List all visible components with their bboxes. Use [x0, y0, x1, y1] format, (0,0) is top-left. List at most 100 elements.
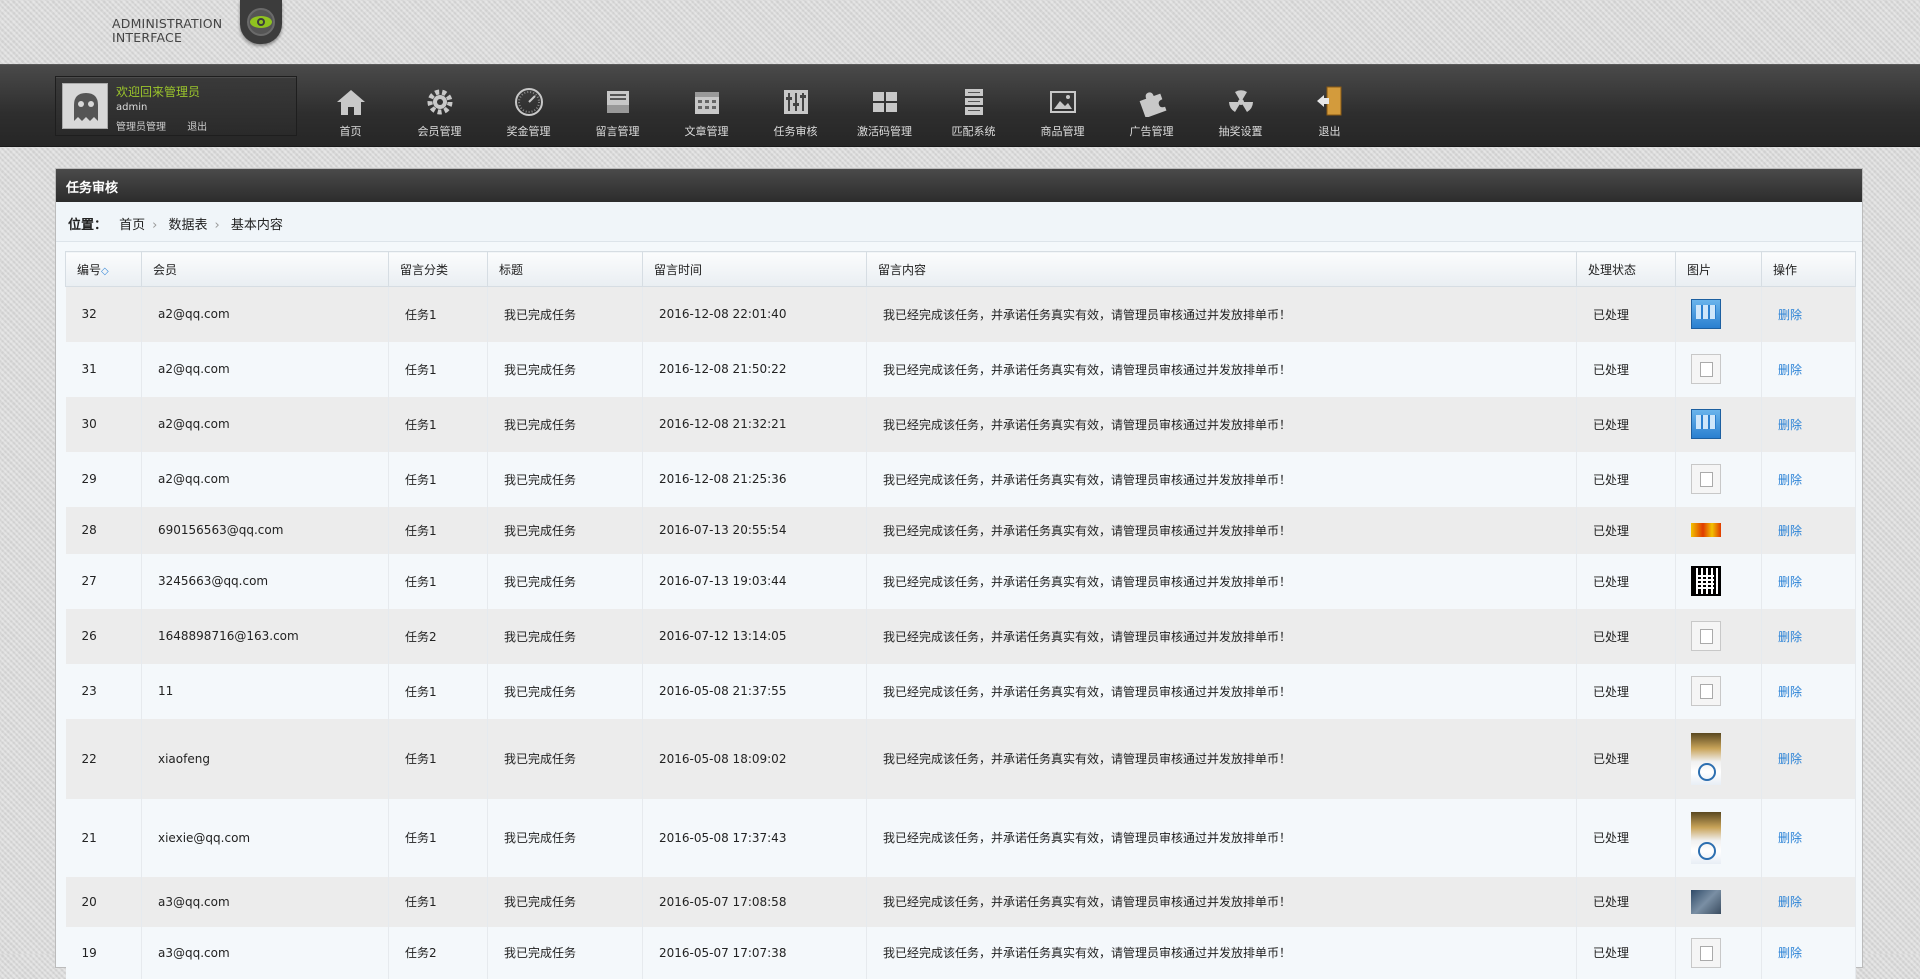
cell-status: 已处理 — [1576, 396, 1676, 452]
cell-member: a3@qq.com — [141, 876, 389, 927]
cell-action: 删除 — [1761, 926, 1856, 979]
col-header-image: 图片 — [1675, 251, 1762, 287]
delete-link[interactable]: 删除 — [1778, 473, 1802, 487]
thumbnail-image[interactable] — [1691, 732, 1721, 785]
breadcrumb-basic-content[interactable]: 基本内容 — [231, 218, 283, 233]
cell-title: 我已完成任务 — [487, 341, 643, 397]
table-row: 27 3245663@qq.com 任务1 我已完成任务 2016-07-13 19:0… — [65, 553, 1856, 609]
delete-link[interactable]: 删除 — [1778, 946, 1802, 960]
table-row: 28 690156563@qq.com 任务1 我已完成任务 2016-07-13 20… — [65, 506, 1856, 554]
col-header-action: 操作 — [1761, 251, 1856, 287]
cell-category: 任务1 — [388, 506, 488, 554]
nav-item-messages[interactable]: 留言管理 — [573, 65, 662, 148]
col-header-content: 留言内容 — [866, 251, 1577, 287]
cell-action: 删除 — [1761, 451, 1856, 507]
cell-action: 删除 — [1761, 506, 1856, 554]
col-header-id[interactable]: 编号◇ — [65, 251, 142, 287]
table-row: 30 a2@qq.com 任务1 我已完成任务 2016-12-08 21:32:21 我… — [65, 396, 1856, 452]
cell-content: 我已经完成该任务，并承诺任务真实有效，请管理员审核通过并发放排单币！ — [866, 451, 1577, 507]
delete-link[interactable]: 删除 — [1778, 895, 1802, 909]
nav-item-matching[interactable]: 匹配系统 — [929, 65, 1018, 148]
breadcrumb-label: 位置： — [68, 218, 108, 233]
nav-item-ads[interactable]: 广告管理 — [1107, 65, 1196, 148]
cell-status: 已处理 — [1576, 608, 1676, 664]
brand-line2: INTERFACE — [112, 30, 183, 45]
nav-item-articles[interactable]: 文章管理 — [662, 65, 751, 148]
thumbnail-image[interactable] — [1691, 464, 1721, 494]
nav-item-members[interactable]: 会员管理 — [395, 65, 484, 148]
breadcrumb-datatable[interactable]: 数据表 — [169, 218, 208, 233]
cell-action: 删除 — [1761, 663, 1856, 719]
breadcrumb-home[interactable]: 首页 — [119, 218, 145, 233]
cell-time: 2016-05-08 17:37:43 — [642, 798, 867, 877]
nav-item-lottery[interactable]: 抽奖设置 — [1196, 65, 1285, 148]
cell-image — [1675, 926, 1762, 979]
nav-item-activation-codes[interactable]: 激活码管理 — [840, 65, 929, 148]
nav-item-bonus[interactable]: 奖金管理 — [484, 65, 573, 148]
thumbnail-image[interactable] — [1691, 409, 1721, 439]
cell-image — [1675, 876, 1762, 927]
cell-category: 任务1 — [388, 396, 488, 452]
cell-status: 已处理 — [1576, 341, 1676, 397]
delete-link[interactable]: 删除 — [1778, 418, 1802, 432]
home-icon — [336, 90, 365, 115]
cell-content: 我已经完成该任务，并承诺任务真实有效，请管理员审核通过并发放排单币！ — [866, 608, 1577, 664]
cell-image — [1675, 341, 1762, 397]
gauge-icon — [514, 88, 543, 116]
delete-link[interactable]: 删除 — [1778, 308, 1802, 322]
cell-category: 任务1 — [388, 451, 488, 507]
cell-title: 我已完成任务 — [487, 506, 643, 554]
cell-category: 任务1 — [388, 876, 488, 927]
nav-label: 会员管理 — [417, 125, 462, 138]
cell-content: 我已经完成该任务，并承诺任务真实有效，请管理员审核通过并发放排单币！ — [866, 553, 1577, 609]
delete-link[interactable]: 删除 — [1778, 630, 1802, 644]
thumbnail-image[interactable] — [1691, 621, 1721, 651]
breadcrumb-separator-icon: › — [152, 218, 158, 233]
delete-link[interactable]: 删除 — [1778, 575, 1802, 589]
nav-label: 商品管理 — [1040, 125, 1085, 138]
nav-label: 激活码管理 — [857, 125, 912, 138]
nav-label: 留言管理 — [595, 125, 640, 138]
thumbnail-image[interactable] — [1691, 566, 1721, 596]
nav-item-task-review[interactable]: 任务审核 — [751, 65, 840, 148]
delete-link[interactable]: 删除 — [1778, 685, 1802, 699]
cell-title: 我已完成任务 — [487, 553, 643, 609]
delete-link[interactable]: 删除 — [1778, 363, 1802, 377]
cell-member: 1648898716@163.com — [141, 608, 389, 664]
admin-manage-link[interactable]: 管理员管理 — [116, 122, 166, 133]
cell-time: 2016-12-08 22:01:40 — [642, 286, 867, 342]
thumbnail-image[interactable] — [1691, 299, 1721, 330]
delete-link[interactable]: 删除 — [1778, 752, 1802, 766]
cell-category: 任务1 — [388, 341, 488, 397]
cell-time: 2016-07-13 20:55:54 — [642, 506, 867, 554]
thumbnail-image[interactable] — [1691, 354, 1721, 384]
nav-item-exit[interactable]: 退出 — [1285, 65, 1374, 148]
cell-id: 28 — [65, 506, 142, 554]
sort-icon[interactable]: ◇ — [101, 266, 109, 277]
thumbnail-image[interactable] — [1691, 811, 1721, 864]
table-row: 21 xiexie@qq.com 任务1 我已完成任务 2016-05-08 17:37… — [65, 798, 1856, 877]
cell-member: 11 — [141, 663, 389, 719]
delete-link[interactable]: 删除 — [1778, 524, 1802, 538]
thumbnail-image[interactable] — [1691, 676, 1721, 706]
breadcrumb: 位置： 首页 › 数据表 › 基本内容 — [56, 202, 1862, 242]
breadcrumb-separator-icon: › — [214, 218, 220, 233]
delete-link[interactable]: 删除 — [1778, 831, 1802, 845]
username: admin — [116, 102, 148, 113]
cell-status: 已处理 — [1576, 506, 1676, 554]
thumbnail-image[interactable] — [1691, 523, 1721, 537]
thumbnail-image[interactable] — [1691, 937, 1721, 968]
cell-member: xiaofeng — [141, 718, 389, 799]
cell-id: 19 — [65, 926, 142, 979]
table-row: 26 1648898716@163.com 任务2 我已完成任务 2016-07-12 … — [65, 608, 1856, 664]
brand-line1: ADMINISTRATION — [112, 16, 223, 31]
nav-item-products[interactable]: 商品管理 — [1018, 65, 1107, 148]
logout-link[interactable]: 退出 — [187, 122, 207, 133]
cell-time: 2016-12-08 21:32:21 — [642, 396, 867, 452]
cell-title: 我已完成任务 — [487, 663, 643, 719]
nav-item-home[interactable]: 首页 — [306, 65, 395, 148]
welcome-text: 欢迎回来管理员 — [116, 85, 201, 99]
cell-status: 已处理 — [1576, 663, 1676, 719]
thumbnail-image[interactable] — [1691, 889, 1721, 914]
cell-member: 3245663@qq.com — [141, 553, 389, 609]
